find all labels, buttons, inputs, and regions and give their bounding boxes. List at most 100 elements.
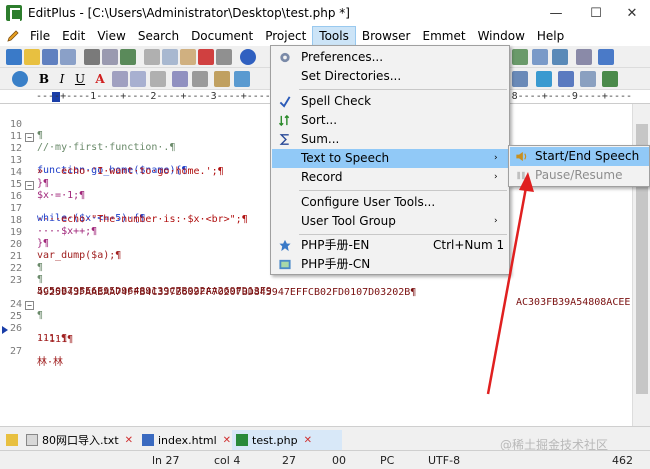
line-text: ¶ — [37, 130, 44, 141]
select-all-icon[interactable] — [216, 49, 232, 65]
menu-item-sum[interactable]: Sum... — [272, 130, 508, 149]
undo-icon[interactable] — [240, 49, 256, 65]
image-icon[interactable] — [214, 71, 230, 87]
menu-separator — [299, 234, 507, 235]
status-file-size: 462 — [612, 454, 633, 467]
tab-80-port-import[interactable]: 80网口导入.txt ✕ — [22, 430, 133, 450]
maximize-button[interactable]: ☐ — [576, 0, 616, 26]
font-color-button[interactable]: A — [92, 71, 108, 87]
spell-check-icon — [279, 96, 291, 108]
editplus-app-icon — [6, 5, 22, 21]
ruler-toggle-icon[interactable] — [532, 49, 548, 65]
tab-close-icon[interactable]: ✕ — [223, 435, 231, 446]
line-text: ····$x++;¶ — [37, 226, 98, 237]
menu-item-sort[interactable]: Sort... — [272, 111, 508, 130]
code-line: 26 ··111¶ — [0, 312, 73, 345]
line-text: $x·=·1;¶ — [37, 190, 86, 201]
underline-button[interactable]: U — [72, 71, 88, 87]
menu-tools[interactable]: Tools — [312, 26, 356, 46]
copy-icon[interactable] — [162, 49, 178, 65]
code-line: 14 }¶ — [0, 156, 49, 189]
nbsp-icon[interactable] — [112, 71, 128, 87]
menu-file[interactable]: File — [24, 26, 56, 46]
php-file-icon — [236, 434, 248, 446]
menu-item-text-to-speech[interactable]: Text to Speech › — [272, 149, 508, 168]
line-text: }¶ — [37, 238, 50, 249]
bold-button[interactable]: B — [36, 71, 52, 87]
status-eol: PC — [380, 454, 395, 467]
paragraph-icon[interactable] — [130, 71, 146, 87]
browser-preview-icon[interactable] — [12, 71, 28, 87]
code-line: 10 ¶ — [0, 108, 43, 141]
menu-item-user-tool-group[interactable]: User Tool Group › — [272, 212, 508, 231]
code-line: 23 5C50B795E6E95D96489139C7B922AA269FD13… — [0, 264, 630, 308]
menu-search[interactable]: Search — [132, 26, 185, 46]
tab-folder[interactable] — [2, 430, 22, 450]
menu-item-set-directories[interactable]: Set Directories... — [272, 67, 508, 86]
line-text: ··111¶ — [37, 334, 74, 345]
menu-item-php-manual-en[interactable]: PHP手册-EN Ctrl+Num 1 — [272, 236, 508, 255]
status-char-code: 27 — [282, 454, 296, 467]
open-folder-icon[interactable] — [24, 49, 40, 65]
menu-emmet[interactable]: Emmet — [417, 26, 472, 46]
code-line: 13 » echo·'I·want·to·go·home.';¶ — [0, 144, 224, 177]
color-picker-icon[interactable] — [602, 71, 618, 87]
menu-project[interactable]: Project — [259, 26, 312, 46]
tab-test-php[interactable]: test.php ✕ — [232, 430, 342, 450]
cut-icon[interactable] — [144, 49, 160, 65]
word-wrap-icon[interactable] — [512, 49, 528, 65]
menu-item-configure-user-tools[interactable]: Configure User Tools... — [272, 193, 508, 212]
tab-index-html[interactable]: index.html ✕ — [138, 430, 231, 450]
fold-toggle-icon[interactable]: − — [25, 181, 34, 190]
help-icon[interactable] — [576, 49, 592, 65]
print-icon[interactable] — [84, 49, 100, 65]
spell-icon[interactable] — [120, 49, 136, 65]
table-icon[interactable] — [234, 71, 250, 87]
tab-close-icon[interactable]: ✕ — [125, 435, 133, 446]
form-icon[interactable] — [512, 71, 528, 87]
title-bar: EditPlus - [C:\Users\Administrator\Deskt… — [0, 0, 650, 26]
heading-icon[interactable] — [172, 71, 188, 87]
fold-toggle-icon[interactable]: − — [25, 133, 34, 142]
music-icon[interactable] — [536, 71, 552, 87]
line-number-icon[interactable] — [552, 49, 568, 65]
new-file-icon[interactable] — [6, 49, 22, 65]
pin-icon[interactable] — [598, 49, 614, 65]
fold-toggle-icon[interactable]: − — [25, 301, 34, 310]
menu-item-preferences[interactable]: Preferences... — [272, 48, 508, 67]
menu-bar: File Edit View Search Document Project T… — [0, 26, 650, 46]
sort-icon — [278, 114, 290, 127]
menu-item-spell-check[interactable]: Spell Check — [272, 92, 508, 111]
menu-item-start-end-speech[interactable]: Start/End Speech — [510, 147, 649, 166]
code-line: 24 ¶ — [0, 288, 43, 321]
line-text: ¶ — [37, 310, 44, 321]
submenu-arrow-icon: › — [494, 216, 498, 226]
script-icon[interactable] — [558, 71, 574, 87]
save-all-icon[interactable] — [60, 49, 76, 65]
menu-window[interactable]: Window — [472, 26, 531, 46]
save-icon[interactable] — [42, 49, 58, 65]
text-file-icon — [26, 434, 38, 446]
current-line-marker-icon — [2, 326, 8, 334]
print-preview-icon[interactable] — [102, 49, 118, 65]
menu-document[interactable]: Document — [185, 26, 259, 46]
menu-view[interactable]: View — [91, 26, 131, 46]
line-text: //·my·first·function·.¶ — [37, 142, 176, 153]
style-icon[interactable] — [580, 71, 596, 87]
tab-close-icon[interactable]: ✕ — [304, 435, 312, 446]
break-icon[interactable] — [150, 71, 166, 87]
menu-item-pause-resume: Pause/Resume — [510, 166, 649, 185]
menu-edit[interactable]: Edit — [56, 26, 91, 46]
anchor-icon[interactable] — [192, 71, 208, 87]
line-number: 27 — [9, 346, 22, 357]
menu-browser[interactable]: Browser — [356, 26, 417, 46]
menu-help[interactable]: Help — [531, 26, 570, 46]
paste-icon[interactable] — [180, 49, 196, 65]
italic-button[interactable]: I — [54, 71, 70, 87]
minimize-button[interactable]: — — [536, 0, 576, 26]
close-window-button[interactable]: ✕ — [612, 0, 650, 26]
status-encoding: UTF-8 — [428, 454, 461, 467]
menu-item-record[interactable]: Record › — [272, 168, 508, 187]
menu-item-php-manual-cn[interactable]: PHP手册-CN — [272, 255, 508, 274]
delete-icon[interactable] — [198, 49, 214, 65]
